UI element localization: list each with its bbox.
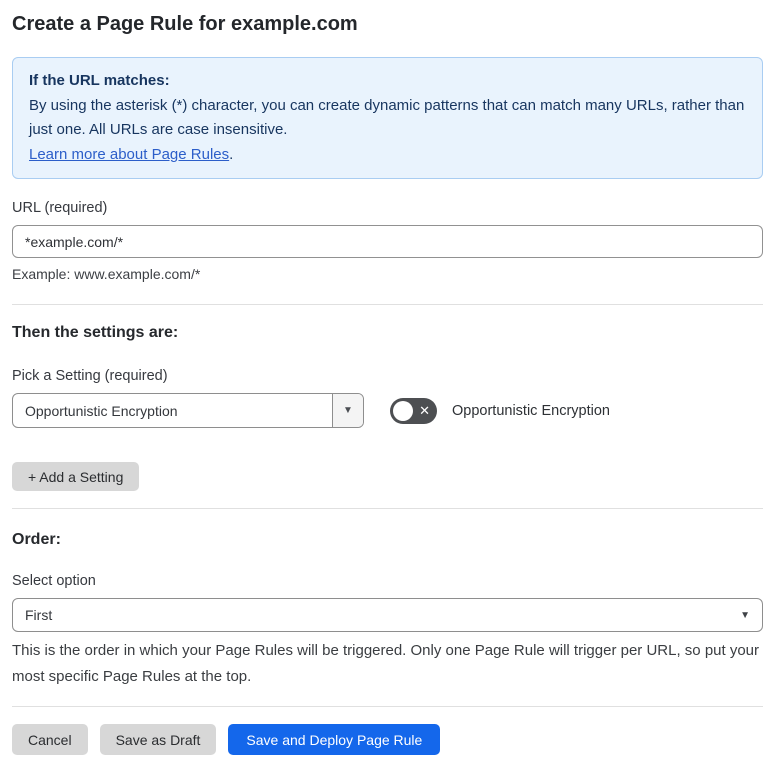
- link-suffix: .: [229, 145, 234, 163]
- divider: [12, 304, 763, 305]
- info-box-heading: If the URL matches:: [29, 72, 170, 89]
- learn-more-link[interactable]: Learn more about Page Rules: [29, 146, 229, 163]
- save-and-deploy-button[interactable]: Save and Deploy Page Rule: [228, 724, 441, 755]
- footer-actions: Cancel Save as Draft Save and Deploy Pag…: [12, 724, 763, 755]
- pick-setting-label: Pick a Setting (required): [12, 368, 168, 384]
- page-title: Create a Page Rule for example.com: [12, 13, 358, 35]
- divider: [12, 508, 763, 509]
- save-as-draft-button[interactable]: Save as Draft: [99, 724, 217, 755]
- info-box-body: By using the asterisk (*) character, you…: [29, 96, 745, 139]
- setting-select-value: Opportunistic Encryption: [25, 402, 178, 419]
- add-setting-button[interactable]: + Add a Setting: [12, 462, 140, 491]
- setting-row: Opportunistic Encryption ▼ ✕ Opportunist…: [12, 393, 763, 428]
- chevron-down-icon: ▼: [740, 609, 750, 621]
- settings-section-heading: Then the settings are:: [12, 324, 179, 341]
- order-select-label: Select option: [12, 573, 96, 589]
- setting-select-dropdown-button[interactable]: ▼: [332, 394, 363, 427]
- toggle-knob: [393, 400, 413, 421]
- url-input[interactable]: [12, 225, 763, 258]
- toggle-label: Opportunistic Encryption: [452, 402, 610, 419]
- info-box-link-line: Learn more about Page Rules.: [29, 143, 746, 168]
- setting-select[interactable]: Opportunistic Encryption ▼: [12, 393, 364, 428]
- order-select-value: First: [25, 607, 53, 623]
- url-example-hint: Example: www.example.com/*: [12, 266, 201, 282]
- divider: [12, 706, 763, 707]
- order-select[interactable]: First ▼: [12, 598, 763, 632]
- chevron-down-icon: ▼: [343, 405, 353, 416]
- setting-toggle-wrap: ✕ Opportunistic Encryption: [390, 397, 610, 424]
- url-field-label: URL (required): [12, 200, 108, 216]
- create-page-rule-panel: Create a Page Rule for example.com If th…: [0, 0, 775, 769]
- order-section-heading: Order:: [12, 531, 61, 548]
- opportunistic-encryption-toggle[interactable]: ✕: [390, 397, 437, 424]
- order-help-text: This is the order in which your Page Rul…: [12, 642, 760, 685]
- toggle-off-x-icon: ✕: [419, 402, 430, 418]
- url-match-info-box: If the URL matches: By using the asteris…: [12, 57, 763, 179]
- cancel-button[interactable]: Cancel: [12, 724, 88, 755]
